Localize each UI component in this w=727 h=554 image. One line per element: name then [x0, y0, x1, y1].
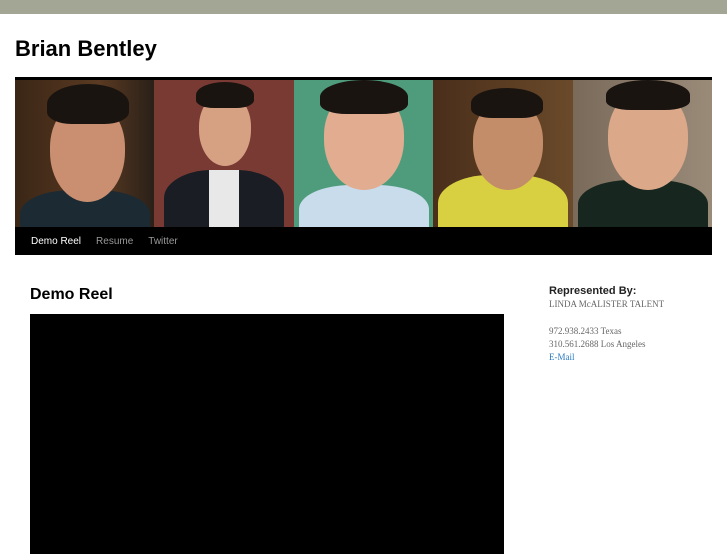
headshot-photo	[433, 80, 573, 227]
headshot-photo	[154, 80, 294, 227]
top-bar	[0, 0, 727, 14]
sidebar-representation: Represented By: LINDA McALISTER TALENT 9…	[549, 285, 664, 364]
headshot-photo	[293, 80, 434, 227]
demo-reel-video[interactable]	[30, 314, 504, 554]
nav-demo-reel[interactable]: Demo Reel	[31, 236, 81, 247]
header-photos	[15, 80, 713, 227]
headshot-photo	[15, 80, 155, 227]
nav-resume[interactable]: Resume	[96, 236, 133, 247]
headshot-photo	[572, 80, 713, 227]
main-nav: Demo Reel Resume Twitter	[15, 227, 712, 255]
agency-name: LINDA McALISTER TALENT	[549, 299, 665, 309]
site-title[interactable]: Brian Bentley	[15, 36, 157, 62]
phone-texas: 972.938.2433 Texas	[549, 326, 622, 336]
nav-twitter[interactable]: Twitter	[148, 236, 177, 247]
page-heading: Demo Reel	[30, 286, 113, 303]
phone-los-angeles: 310.561.2688 Los Angeles	[549, 339, 646, 349]
email-link[interactable]: E-Mail	[549, 352, 575, 362]
represented-by-heading: Represented By:	[549, 285, 637, 297]
header-banner: Demo Reel Resume Twitter	[15, 77, 713, 255]
